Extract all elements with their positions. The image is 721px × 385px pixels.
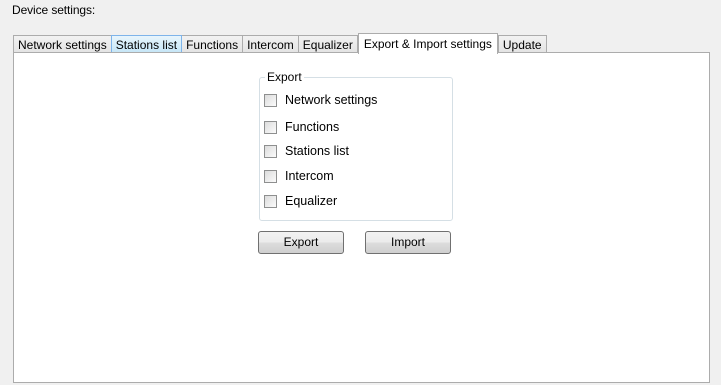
export-intercom-label: Intercom: [285, 169, 334, 183]
export-stations-list-checkbox[interactable]: [264, 144, 277, 158]
tab-functions[interactable]: Functions: [181, 35, 244, 53]
tab-equalizer[interactable]: Equalizer: [297, 35, 358, 53]
export-button[interactable]: Export: [258, 231, 344, 254]
export-equalizer-label: Equalizer: [285, 194, 338, 208]
export-functions-checkbox[interactable]: [264, 120, 277, 134]
export-stations-list-option[interactable]: Stations list: [264, 144, 349, 158]
export-intercom-option[interactable]: Intercom: [264, 169, 334, 183]
import-button[interactable]: Import: [365, 231, 451, 254]
export-functions-option[interactable]: Functions: [264, 120, 339, 134]
tab-export-import-settings[interactable]: Export & Import settings: [357, 33, 498, 54]
tab-stations-list[interactable]: Stations list: [110, 35, 183, 53]
device-settings-window: Device settings: Network settings Statio…: [0, 0, 721, 385]
tab-strip: Network settings Stations list Functions…: [13, 33, 547, 54]
tab-panel-export-import: Export Network settings Functions Statio…: [13, 52, 710, 383]
device-settings-label: Device settings:: [12, 3, 96, 17]
tab-network-settings[interactable]: Network settings: [13, 35, 112, 53]
export-equalizer-checkbox[interactable]: [264, 194, 277, 208]
export-equalizer-option[interactable]: Equalizer: [264, 194, 337, 208]
export-intercom-checkbox[interactable]: [264, 169, 277, 183]
export-network-settings-option[interactable]: Network settings: [264, 93, 377, 107]
export-network-settings-checkbox[interactable]: [264, 93, 277, 107]
tab-intercom[interactable]: Intercom: [242, 35, 299, 53]
export-network-settings-label: Network settings: [285, 93, 378, 107]
export-groupbox: Export Network settings Functions Statio…: [259, 70, 453, 221]
export-functions-label: Functions: [285, 120, 340, 134]
export-stations-list-label: Stations list: [285, 144, 349, 158]
tab-update[interactable]: Update: [497, 35, 547, 53]
export-group-legend: Export: [265, 70, 304, 84]
